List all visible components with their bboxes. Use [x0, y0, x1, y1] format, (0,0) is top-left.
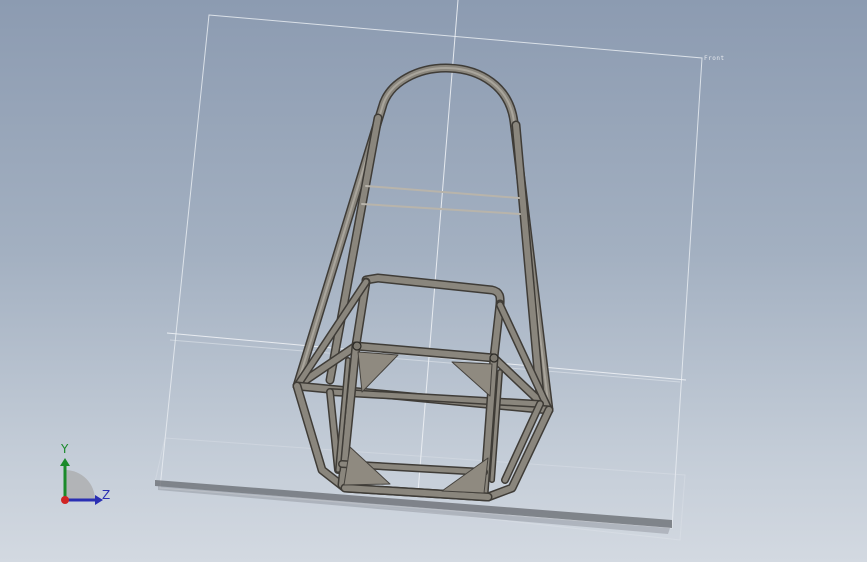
gusset-top-right	[451, 361, 493, 397]
triad-y-label: Y	[61, 442, 69, 456]
reference-plane	[154, 14, 703, 541]
harness-bars	[361, 185, 521, 215]
coordinate-triad-icon	[60, 458, 103, 505]
gusset-bottom-right	[441, 457, 489, 494]
model-canvas[interactable]	[0, 0, 867, 562]
plane-outline	[159, 14, 703, 529]
graphics-viewport[interactable]: Y Z Front	[0, 0, 867, 562]
plane-tag: Front	[704, 55, 725, 62]
triad-z-label: Z	[102, 488, 111, 502]
gusset-top-left	[357, 351, 399, 393]
x-axis-dot	[61, 496, 69, 504]
